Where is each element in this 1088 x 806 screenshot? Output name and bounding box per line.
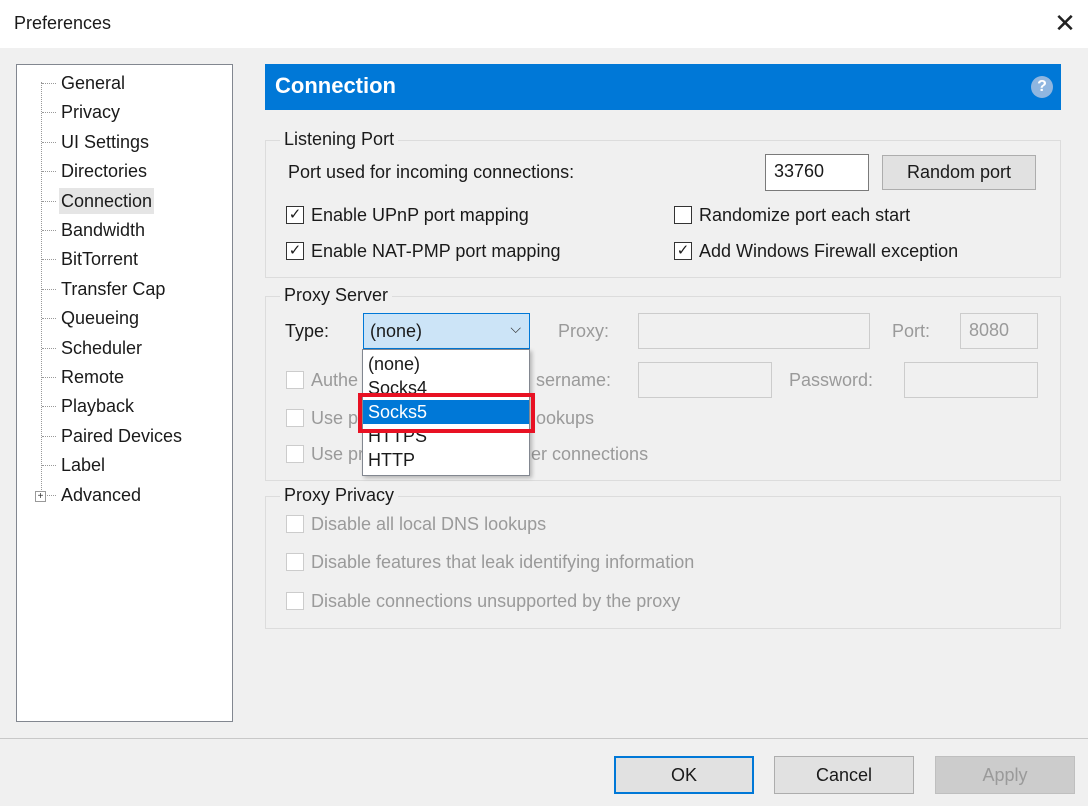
sidebar-item-queueing[interactable]: Queueing bbox=[59, 305, 141, 331]
disable-unsupported-checkbox[interactable] bbox=[286, 592, 304, 610]
disable-leak-checkbox[interactable] bbox=[286, 553, 304, 571]
password-input[interactable] bbox=[904, 362, 1038, 398]
tree-connector bbox=[42, 435, 56, 437]
tree-connector bbox=[42, 259, 56, 261]
natpmp-label: Enable NAT-PMP port mapping bbox=[311, 241, 561, 261]
auth-label: Authe bbox=[311, 370, 359, 390]
group-label: Listening Port bbox=[280, 129, 399, 150]
use-proxy-peer-label-tail: er connections bbox=[531, 444, 649, 464]
tree-connector bbox=[42, 347, 56, 349]
sidebar-item-bittorrent[interactable]: BitTorrent bbox=[59, 246, 140, 272]
random-port-button[interactable]: Random port bbox=[882, 155, 1036, 190]
firewall-label: Add Windows Firewall exception bbox=[699, 241, 959, 261]
use-proxy-lookups-checkbox[interactable] bbox=[286, 409, 304, 427]
title-bar bbox=[0, 0, 1088, 48]
randomize-label: Randomize port each start bbox=[699, 205, 911, 225]
tree-connector bbox=[42, 377, 56, 378]
sidebar-item-playback[interactable]: Playback bbox=[59, 393, 136, 419]
tree-connector bbox=[42, 318, 56, 320]
window-title: Preferences bbox=[14, 13, 112, 33]
option-http[interactable]: HTTP bbox=[363, 448, 529, 472]
tree-connector bbox=[42, 288, 56, 290]
apply-button[interactable]: Apply bbox=[935, 756, 1075, 794]
port-label: Port used for incoming connections: bbox=[288, 162, 575, 182]
ok-button[interactable]: OK bbox=[614, 756, 754, 794]
sidebar-item-advanced[interactable]: Advanced bbox=[59, 482, 143, 508]
sidebar-item-remote[interactable]: Remote bbox=[59, 364, 126, 390]
password-label: Password: bbox=[789, 370, 874, 390]
auth-checkbox[interactable] bbox=[286, 371, 304, 389]
sidebar-item-connection[interactable]: Connection bbox=[59, 187, 155, 214]
tree-connector bbox=[42, 200, 56, 202]
tree-connector bbox=[42, 406, 56, 408]
sidebar-item-bandwidth[interactable]: Bandwidth bbox=[59, 217, 147, 243]
sidebar-item-transfer-cap[interactable]: Transfer Cap bbox=[59, 276, 167, 302]
proxy-port-input[interactable]: 8080 bbox=[960, 313, 1038, 349]
footer-divider bbox=[0, 738, 1088, 739]
tree-connector bbox=[42, 112, 56, 114]
use-proxy-peer-label: Use pr bbox=[311, 444, 365, 464]
upnp-label: Enable UPnP port mapping bbox=[311, 205, 529, 225]
disable-unsupported-label: Disable connections unsupported by the p… bbox=[311, 591, 681, 611]
tree-connector bbox=[42, 465, 56, 467]
proxy-label: Proxy: bbox=[558, 321, 610, 341]
type-label: Type: bbox=[285, 321, 330, 341]
upnp-checkbox[interactable]: ✓ bbox=[286, 206, 304, 224]
sidebar-item-directories[interactable]: Directories bbox=[59, 158, 149, 184]
close-icon[interactable]: ✕ bbox=[1050, 8, 1080, 38]
randomize-checkbox[interactable] bbox=[674, 206, 692, 224]
disable-leak-label: Disable features that leak identifying i… bbox=[311, 552, 695, 572]
username-label: sername: bbox=[536, 370, 612, 390]
sidebar-item-scheduler[interactable]: Scheduler bbox=[59, 335, 144, 361]
firewall-checkbox[interactable]: ✓ bbox=[674, 242, 692, 260]
sidebar-item-paired-devices[interactable]: Paired Devices bbox=[59, 423, 184, 449]
sidebar-item-general[interactable]: General bbox=[59, 70, 127, 96]
tree-connector bbox=[42, 83, 56, 84]
sidebar-item-privacy[interactable]: Privacy bbox=[59, 99, 122, 125]
use-proxy-lookups-label-tail: ookups bbox=[536, 408, 595, 428]
disable-dns-checkbox[interactable] bbox=[286, 515, 304, 533]
page-title: Connection bbox=[265, 64, 1061, 110]
expand-icon[interactable]: + bbox=[35, 491, 46, 502]
disable-dns-label: Disable all local DNS lookups bbox=[311, 514, 547, 534]
username-input[interactable] bbox=[638, 362, 772, 398]
chevron-down-icon: ⌵ bbox=[510, 320, 521, 336]
proxy-port-label: Port: bbox=[892, 321, 931, 341]
preferences-tree: General Privacy UI Settings Directories Conn… bbox=[16, 64, 233, 722]
group-label: Proxy Privacy bbox=[280, 485, 399, 506]
sidebar-item-ui-settings[interactable]: UI Settings bbox=[59, 129, 151, 155]
help-icon[interactable]: ? bbox=[1031, 76, 1053, 98]
use-proxy-lookups-label: Use p bbox=[311, 408, 359, 428]
selected-value: (none) bbox=[370, 321, 423, 341]
proxy-type-select[interactable]: (none) ⌵ bbox=[363, 313, 530, 349]
tree-connector bbox=[42, 141, 56, 143]
tree-connector bbox=[42, 171, 56, 173]
tree-connector bbox=[42, 230, 56, 231]
natpmp-checkbox[interactable]: ✓ bbox=[286, 242, 304, 260]
option-none[interactable]: (none) bbox=[363, 352, 529, 376]
group-label: Proxy Server bbox=[280, 285, 393, 306]
sidebar-item-label[interactable]: Label bbox=[59, 452, 107, 478]
use-proxy-peer-checkbox[interactable] bbox=[286, 445, 304, 463]
proxy-input[interactable] bbox=[638, 313, 870, 349]
highlight-box bbox=[358, 393, 535, 433]
port-input[interactable]: 33760 bbox=[765, 154, 869, 191]
cancel-button[interactable]: Cancel bbox=[774, 756, 914, 794]
